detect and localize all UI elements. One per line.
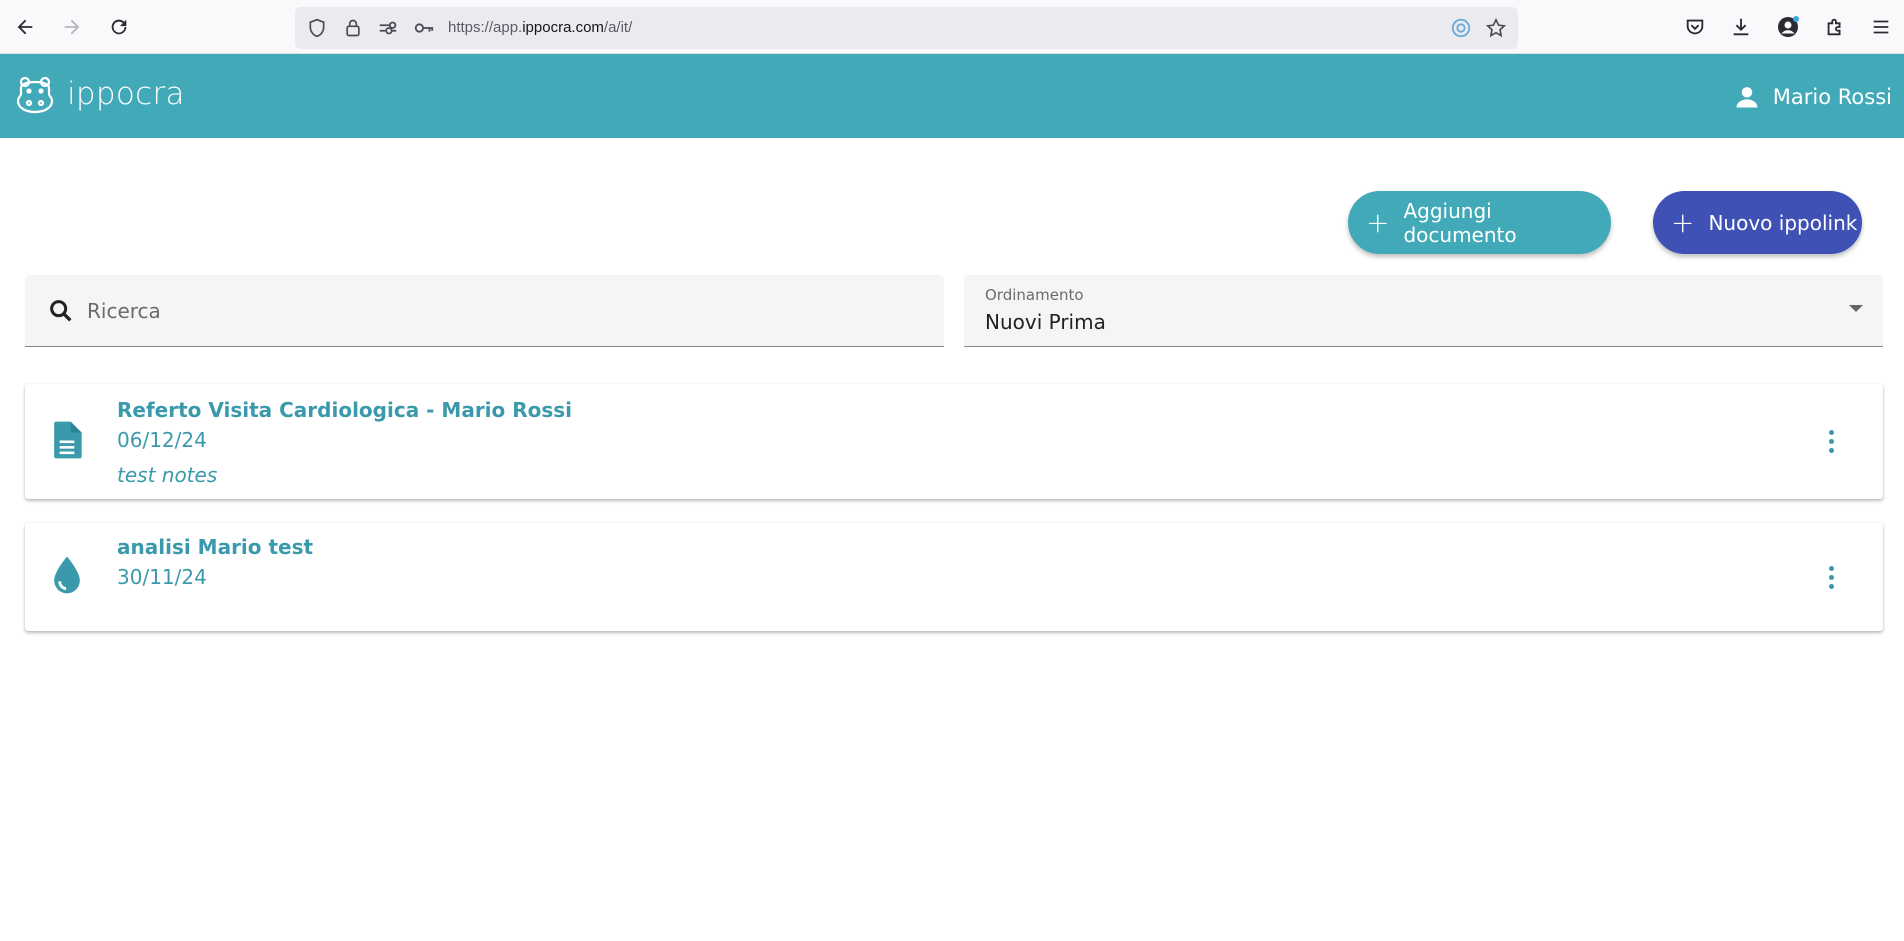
plus-icon: +	[1366, 205, 1390, 239]
permissions-icon[interactable]	[376, 16, 400, 40]
lock-icon[interactable]	[341, 16, 365, 40]
search-field[interactable]	[25, 275, 944, 347]
arrow-left-icon	[17, 19, 33, 35]
browser-toolbar: https://app.ippocra.com/a/it/	[0, 0, 1904, 54]
blood-drop-icon	[54, 556, 80, 594]
download-icon	[1733, 18, 1749, 36]
app-header: ippocra Mario Rossi	[0, 54, 1904, 138]
search-input[interactable]	[87, 295, 907, 327]
bookmark-star-icon[interactable]	[1484, 16, 1508, 40]
plus-icon: +	[1671, 205, 1695, 239]
menu-button[interactable]	[1864, 10, 1898, 44]
arrow-right-icon	[64, 19, 80, 35]
downloads-button[interactable]	[1724, 10, 1758, 44]
url-bar[interactable]: https://app.ippocra.com/a/it/	[295, 7, 1518, 49]
dot	[1828, 574, 1834, 580]
document-card[interactable]: analisi Mario test 30/11/24	[25, 523, 1883, 631]
dot	[1828, 429, 1834, 435]
account-icon	[1778, 16, 1799, 37]
search-icon	[50, 300, 72, 322]
dot	[1828, 447, 1834, 453]
extensions-button[interactable]	[1818, 10, 1852, 44]
puzzle-icon	[1827, 18, 1841, 36]
dot	[1828, 583, 1834, 589]
more-options-button[interactable]	[1819, 423, 1843, 459]
hippo-logo-icon[interactable]	[13, 74, 57, 118]
hamburger-icon	[1873, 20, 1889, 34]
document-title[interactable]: analisi Mario test	[117, 535, 313, 559]
new-ippolink-label: Nuovo ippolink	[1708, 210, 1858, 235]
add-document-button[interactable]: + Aggiungi documento	[1348, 191, 1611, 254]
key-icon[interactable]	[412, 16, 436, 40]
url-domain: ippocra.com	[522, 19, 604, 36]
new-ippolink-button[interactable]: + Nuovo ippolink	[1653, 191, 1862, 254]
document-card[interactable]: Referto Visita Cardiologica - Mario Ross…	[25, 384, 1883, 499]
account-button[interactable]	[1771, 10, 1805, 44]
forward-button[interactable]	[55, 10, 89, 44]
sort-value: Nuovi Prima	[985, 310, 1106, 334]
dot	[1828, 438, 1834, 444]
sort-select[interactable]: Ordinamento Nuovi Prima	[964, 275, 1883, 347]
url-path: /a/it/	[603, 19, 633, 36]
document-title[interactable]: Referto Visita Cardiologica - Mario Ross…	[117, 398, 572, 422]
pocket-icon	[1686, 19, 1704, 35]
person-icon	[1736, 87, 1758, 108]
more-options-button[interactable]	[1819, 559, 1843, 595]
document-icon	[54, 421, 82, 459]
translate-icon[interactable]	[1449, 16, 1473, 40]
app-name[interactable]: ippocra	[67, 76, 185, 112]
back-button[interactable]	[8, 10, 42, 44]
shield-icon[interactable]	[305, 16, 329, 40]
document-date: 06/12/24	[117, 428, 207, 452]
url-text[interactable]: https://app.ippocra.com/a/it/	[448, 19, 632, 36]
user-name: Mario Rossi	[1772, 85, 1892, 109]
dropdown-arrow-icon[interactable]	[1849, 305, 1863, 312]
reload-button[interactable]	[102, 10, 136, 44]
user-menu[interactable]: Mario Rossi	[1733, 83, 1892, 111]
document-date: 30/11/24	[117, 565, 207, 589]
reload-icon	[111, 19, 127, 35]
sort-label: Ordinamento	[985, 286, 1084, 304]
dot	[1828, 565, 1834, 571]
url-prefix: https://app.	[448, 19, 523, 36]
pocket-button[interactable]	[1678, 10, 1712, 44]
document-notes: test notes	[117, 463, 218, 487]
add-document-label: Aggiungi documento	[1403, 198, 1517, 247]
